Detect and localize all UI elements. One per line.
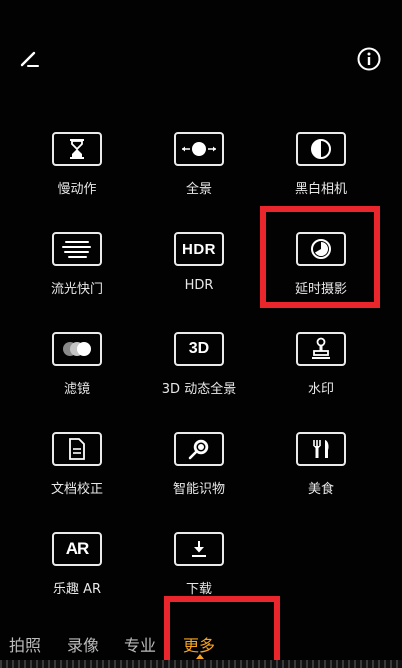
mode-document[interactable]: 文档校正 <box>22 422 132 502</box>
info-circle-icon <box>357 47 381 71</box>
pencil-edit-icon <box>20 51 39 67</box>
edit-button[interactable] <box>18 47 42 71</box>
hourglass-icon <box>70 139 84 159</box>
info-button[interactable] <box>356 46 382 72</box>
mode-food[interactable]: 美食 <box>266 422 376 502</box>
mode-watermark[interactable]: 水印 <box>266 322 376 402</box>
mode-slow-motion[interactable]: 慢动作 <box>22 122 132 202</box>
mode-smart-recognition[interactable]: 智能识物 <box>144 422 254 502</box>
filter-icon <box>63 342 91 356</box>
light-trail-tile <box>52 232 102 266</box>
shutter-strip <box>0 660 402 668</box>
mode-download[interactable]: 下载 <box>144 522 254 602</box>
mode-label: 黑白相机 <box>294 182 347 197</box>
monochrome-tile <box>296 132 346 166</box>
mode-label: 全景 <box>185 182 212 197</box>
timelapse-highlight-box <box>260 206 380 308</box>
tab-pro[interactable]: 专业 <box>124 632 156 656</box>
mode-light-trail[interactable]: 流光快门 <box>22 222 132 302</box>
mode-label: 文档校正 <box>50 482 103 497</box>
ar-icon: AR <box>65 539 90 558</box>
magnifier-icon <box>188 439 209 460</box>
hdr-icon: HDR <box>182 240 216 258</box>
mode-label: 水印 <box>307 382 334 397</box>
tab-more[interactable]: 更多 <box>183 632 215 656</box>
mode-label: 下载 <box>185 582 212 597</box>
smart-recognition-tile <box>174 432 224 466</box>
active-tab-indicator <box>196 654 204 659</box>
mode-label: 智能识物 <box>172 482 225 497</box>
document-tile <box>52 432 102 466</box>
mode-label: 流光快门 <box>50 282 103 297</box>
hdr-tile: HDR <box>174 232 224 266</box>
3d-tile: 3D <box>174 332 224 366</box>
ar-tile: AR <box>52 532 102 566</box>
download-icon <box>192 541 206 557</box>
panorama-tile <box>174 132 224 166</box>
watermark-tile <box>296 332 346 366</box>
slow-motion-tile <box>52 132 102 166</box>
tab-video[interactable]: 录像 <box>67 632 99 656</box>
top-bar <box>0 0 402 100</box>
mode-label: 慢动作 <box>57 182 97 197</box>
panorama-icon <box>182 142 216 156</box>
document-icon <box>69 438 85 460</box>
3d-icon: 3D <box>188 340 210 357</box>
camera-more-modes-screen: 慢动作 全景 黑白相机 流光快门 HDR HDR 延时摄影 滤镜 3D 3D 动… <box>0 0 402 668</box>
filter-tile <box>52 332 102 366</box>
mode-monochrome[interactable]: 黑白相机 <box>266 122 376 202</box>
mode-3d-panorama[interactable]: 3D 3D 动态全景 <box>144 322 254 402</box>
mode-label: 3D 动态全景 <box>161 382 237 397</box>
mode-ar[interactable]: AR 乐趣 AR <box>22 522 132 602</box>
food-tile <box>296 432 346 466</box>
mode-filter[interactable]: 滤镜 <box>22 322 132 402</box>
mode-panorama[interactable]: 全景 <box>144 122 254 202</box>
mode-hdr[interactable]: HDR HDR <box>144 222 254 302</box>
mode-label: 乐趣 AR <box>52 582 102 597</box>
mode-label: 美食 <box>307 482 334 497</box>
monochrome-icon <box>311 139 331 159</box>
fork-knife-icon <box>313 440 329 458</box>
mode-label: 滤镜 <box>63 382 90 397</box>
watermark-stamp-icon <box>312 337 330 359</box>
light-trail-icon <box>62 241 91 258</box>
download-tile <box>174 532 224 566</box>
tab-photo[interactable]: 拍照 <box>9 632 41 656</box>
mode-label: HDR <box>184 278 214 293</box>
